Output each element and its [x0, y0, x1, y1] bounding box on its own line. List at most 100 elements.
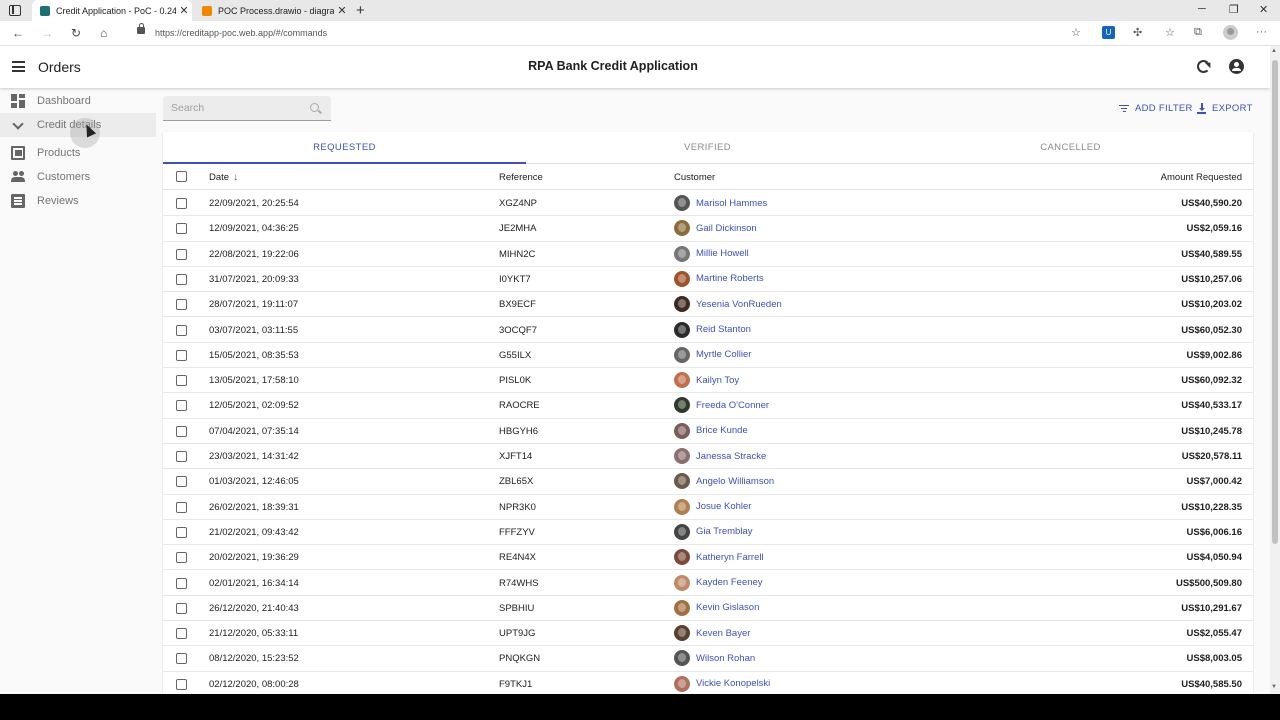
- table-row[interactable]: 26/02/2021, 18:39:31 NPR3K0 Josue Kohler US…: [163, 495, 1253, 520]
- row-checkbox[interactable]: [176, 653, 187, 665]
- close-window-icon[interactable]: ✕: [1259, 3, 1268, 16]
- customer-link[interactable]: Josue Kohler: [696, 501, 751, 512]
- row-checkbox[interactable]: [176, 248, 187, 260]
- favorite-star-icon[interactable]: ☆: [1071, 26, 1081, 39]
- customer-link[interactable]: Katheryn Farrell: [696, 552, 764, 563]
- url-field[interactable]: https://creditapp-poc.web.app/#/commands: [155, 28, 327, 38]
- column-header-date[interactable]: Date ↓: [209, 172, 238, 183]
- customer-cell[interactable]: Millie Howell: [674, 245, 749, 262]
- table-row[interactable]: 02/12/2020, 08:00:28 F9TKJ1 Vickie Konopel…: [163, 672, 1253, 694]
- table-row[interactable]: 07/04/2021, 07:35:14 HBGYH6 Brice Kunde US$…: [163, 419, 1253, 444]
- customer-link[interactable]: Yesenia VonRueden: [696, 299, 782, 310]
- table-row[interactable]: 01/03/2021, 12:46:05 ZBL65X Angelo William…: [163, 469, 1253, 495]
- sidebar-item-customers[interactable]: Customers: [0, 165, 156, 189]
- row-checkbox[interactable]: [176, 476, 187, 488]
- tab-verified[interactable]: VERIFIED: [526, 132, 889, 164]
- row-checkbox[interactable]: [176, 349, 187, 361]
- table-row[interactable]: 26/12/2020, 21:40:43 SPBHIU Kevin Gislason…: [163, 596, 1253, 622]
- table-row[interactable]: 21/12/2020, 05:33:11 UPT9JG Keven Bayer US$…: [163, 621, 1253, 647]
- browser-tab[interactable]: POC Process.drawio - diagrams.n ✕: [194, 0, 350, 21]
- row-checkbox[interactable]: [176, 400, 187, 412]
- minimize-icon[interactable]: ─: [1198, 3, 1206, 15]
- customer-link[interactable]: Reid Stanton: [696, 324, 751, 335]
- export-button[interactable]: EXPORT: [1197, 103, 1253, 114]
- customer-cell[interactable]: Brice Kunde: [674, 422, 748, 439]
- account-icon[interactable]: [1229, 59, 1244, 74]
- select-all-checkbox[interactable]: [176, 171, 187, 182]
- customer-cell[interactable]: Vickie Konopelski: [674, 675, 770, 692]
- customer-link[interactable]: Gail Dickinson: [696, 223, 757, 234]
- row-checkbox[interactable]: [176, 223, 187, 235]
- customer-cell[interactable]: Janessa Stracke: [674, 448, 766, 464]
- home-icon[interactable]: ⌂: [100, 26, 107, 40]
- scrollbar[interactable]: ▲ ▼: [1270, 46, 1280, 694]
- row-checkbox[interactable]: [176, 552, 187, 564]
- table-row[interactable]: 08/12/2020, 15:23:52 PNQKGN Wilson Rohan US…: [163, 646, 1253, 672]
- customer-cell[interactable]: Kayden Feeney: [674, 574, 763, 591]
- customer-cell[interactable]: Angelo Williamson: [674, 473, 774, 490]
- scroll-down-icon[interactable]: ▼: [1271, 684, 1277, 690]
- customer-cell[interactable]: Freeda O'Conner: [674, 397, 769, 414]
- maximize-icon[interactable]: ❐: [1229, 3, 1239, 16]
- customer-cell[interactable]: Gail Dickinson: [674, 220, 757, 237]
- extensions-puzzle-icon[interactable]: ✣: [1133, 26, 1142, 39]
- search-box[interactable]: [163, 96, 331, 121]
- table-row[interactable]: 21/02/2021, 09:43:42 FFFZYV Gia Tremblay US…: [163, 520, 1253, 546]
- close-tab-icon[interactable]: ✕: [334, 4, 350, 17]
- customer-cell[interactable]: Gia Tremblay: [674, 523, 753, 540]
- tab-cancelled[interactable]: CANCELLED: [889, 132, 1252, 164]
- customer-link[interactable]: Millie Howell: [696, 248, 749, 259]
- customer-cell[interactable]: Kailyn Toy: [674, 372, 739, 389]
- add-filter-button[interactable]: ADD FILTER: [1119, 103, 1193, 114]
- row-checkbox[interactable]: [176, 273, 187, 285]
- customer-cell[interactable]: Myrtle Collier: [674, 346, 751, 363]
- scrollbar-thumb[interactable]: [1272, 60, 1278, 544]
- row-checkbox[interactable]: [176, 577, 187, 589]
- table-row[interactable]: 13/05/2021, 17:58:10 PISL0K Kailyn Toy US$6…: [163, 368, 1253, 394]
- back-icon[interactable]: ←: [12, 26, 24, 40]
- row-checkbox[interactable]: [176, 526, 187, 538]
- row-checkbox[interactable]: [176, 628, 187, 640]
- row-checkbox[interactable]: [176, 425, 187, 437]
- row-checkbox[interactable]: [176, 375, 187, 387]
- sidebar-item-dashboard[interactable]: Dashboard: [0, 89, 156, 113]
- customer-cell[interactable]: Josue Kohler: [674, 498, 751, 515]
- customer-link[interactable]: Marisol Hammes: [696, 198, 767, 209]
- customer-cell[interactable]: Katheryn Farrell: [674, 549, 764, 566]
- window-menu-icon[interactable]: [9, 5, 21, 16]
- column-header-amount[interactable]: Amount Requested: [1161, 172, 1242, 183]
- table-row[interactable]: 15/05/2021, 08:35:53 G55ILX Myrtle Collier…: [163, 343, 1253, 369]
- customer-link[interactable]: Keven Bayer: [696, 628, 750, 639]
- lock-icon[interactable]: [137, 23, 145, 34]
- extension-icon[interactable]: U: [1102, 26, 1115, 39]
- favorites-icon[interactable]: ☆: [1165, 26, 1175, 39]
- row-checkbox[interactable]: [176, 198, 187, 209]
- column-header-reference[interactable]: Reference: [499, 172, 543, 183]
- collections-icon[interactable]: ⧉: [1194, 26, 1202, 39]
- customer-cell[interactable]: Keven Bayer: [674, 625, 750, 642]
- table-row[interactable]: 22/09/2021, 20:25:54 XGZ4NP Marisol Hammes…: [163, 191, 1253, 217]
- refresh-icon[interactable]: [1197, 60, 1210, 73]
- table-row[interactable]: 20/02/2021, 19:36:29 RE4N4X Katheryn Farre…: [163, 545, 1253, 571]
- customer-link[interactable]: Angelo Williamson: [696, 476, 774, 487]
- scroll-up-icon[interactable]: ▲: [1271, 48, 1277, 54]
- close-tab-icon[interactable]: ✕: [176, 4, 192, 17]
- customer-link[interactable]: Myrtle Collier: [696, 349, 751, 360]
- customer-link[interactable]: Janessa Stracke: [696, 451, 766, 462]
- reload-icon[interactable]: ↻: [71, 26, 81, 40]
- column-header-customer[interactable]: Customer: [674, 172, 715, 183]
- customer-cell[interactable]: Yesenia VonRueden: [674, 296, 782, 313]
- table-row[interactable]: 31/07/2021, 20:09:33 I0YKT7 Martine Robert…: [163, 267, 1253, 293]
- search-input[interactable]: [171, 102, 301, 114]
- search-icon[interactable]: [310, 103, 319, 112]
- row-checkbox[interactable]: [176, 299, 187, 311]
- customer-cell[interactable]: Reid Stanton: [674, 321, 751, 338]
- row-checkbox[interactable]: [176, 678, 187, 690]
- row-checkbox[interactable]: [176, 501, 187, 513]
- forward-icon[interactable]: →: [41, 26, 53, 40]
- customer-link[interactable]: Martine Roberts: [696, 273, 764, 284]
- customer-cell[interactable]: Wilson Rohan: [674, 650, 755, 667]
- customer-link[interactable]: Kayden Feeney: [696, 577, 763, 588]
- customer-link[interactable]: Wilson Rohan: [696, 653, 755, 664]
- new-tab-icon[interactable]: +: [356, 2, 365, 19]
